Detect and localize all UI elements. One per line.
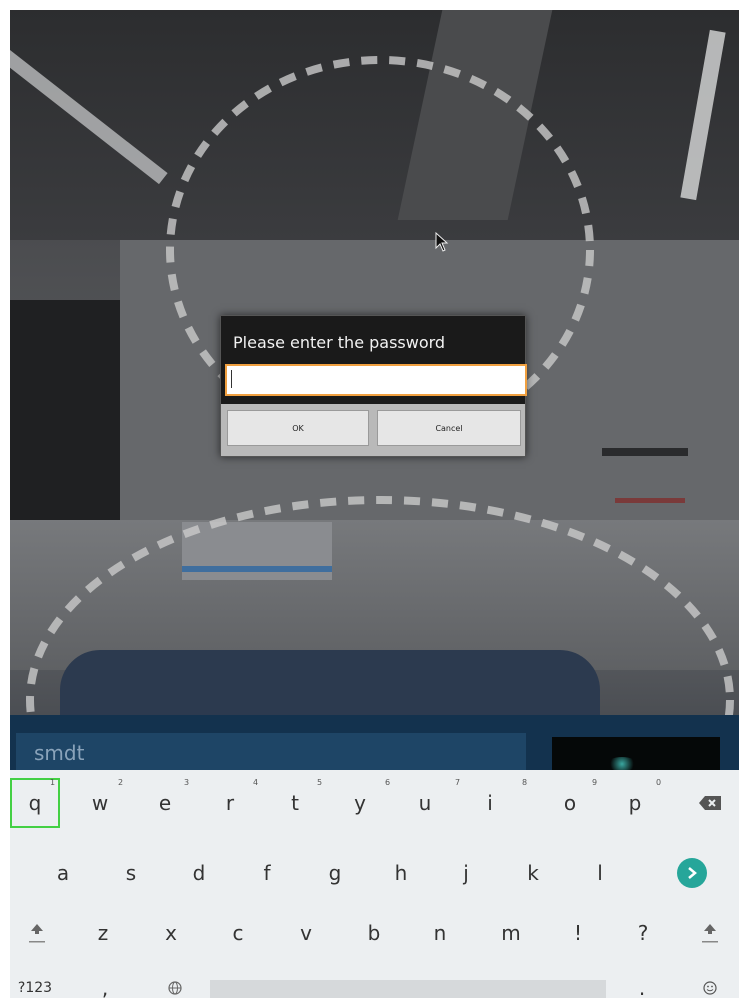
space-bar[interactable] — [210, 980, 606, 998]
key-e-hint: 3 — [184, 778, 190, 787]
key-question[interactable]: ? — [620, 910, 666, 956]
backspace-key[interactable] — [687, 780, 733, 826]
period-key[interactable]: . — [622, 976, 662, 998]
key-u[interactable]: u — [402, 780, 448, 826]
emoji-key[interactable] — [690, 976, 730, 998]
thumbnail-glow — [607, 757, 637, 771]
key-r[interactable]: r — [207, 780, 253, 826]
key-o[interactable]: o — [547, 780, 593, 826]
key-q-hint: 1 — [50, 778, 56, 787]
password-input[interactable] — [225, 364, 527, 396]
key-n[interactable]: n — [417, 910, 463, 956]
key-o-hint: 9 — [592, 778, 598, 787]
key-z[interactable]: z — [80, 910, 126, 956]
key-w-hint: 2 — [118, 778, 124, 787]
key-h[interactable]: h — [378, 850, 424, 896]
key-i-hint: 8 — [522, 778, 528, 787]
globe-icon — [168, 981, 182, 995]
screen: Please enter the password OK Cancel smdt… — [10, 10, 739, 998]
shift-key-right[interactable] — [687, 910, 733, 956]
key-d[interactable]: d — [176, 850, 222, 896]
cancel-button[interactable]: Cancel — [377, 410, 521, 446]
key-w[interactable]: w — [77, 780, 123, 826]
ok-button[interactable]: OK — [227, 410, 369, 446]
key-e[interactable]: e — [142, 780, 188, 826]
key-y-hint: 6 — [385, 778, 391, 787]
key-t-hint: 5 — [317, 778, 323, 787]
soft-keyboard: q 1 w 2 e 3 r 4 t 5 y 6 u 7 i 8 o 9 p 0 … — [10, 770, 739, 998]
key-s[interactable]: s — [108, 850, 154, 896]
key-t[interactable]: t — [272, 780, 318, 826]
key-k[interactable]: k — [510, 850, 556, 896]
go-key[interactable] — [677, 858, 707, 888]
key-c[interactable]: c — [215, 910, 261, 956]
key-r-hint: 4 — [253, 778, 259, 787]
symbols-key[interactable]: ?123 — [10, 976, 60, 998]
key-a[interactable]: a — [40, 850, 86, 896]
key-x[interactable]: x — [148, 910, 194, 956]
text-caret — [231, 370, 232, 388]
key-p-hint: 0 — [656, 778, 662, 787]
go-arrow-icon — [688, 867, 697, 879]
key-exclamation[interactable]: ! — [555, 910, 601, 956]
mouse-cursor-icon — [435, 232, 449, 252]
key-v[interactable]: v — [283, 910, 329, 956]
shift-key-left[interactable] — [14, 910, 60, 956]
dialog-button-bar: OK Cancel — [221, 404, 525, 456]
key-y[interactable]: y — [337, 780, 383, 826]
shift-icon — [29, 924, 45, 943]
emoji-icon — [703, 981, 717, 995]
shift-icon — [702, 924, 718, 943]
key-m[interactable]: m — [488, 910, 534, 956]
input-bar: smdt — [10, 715, 739, 777]
key-i[interactable]: i — [467, 780, 513, 826]
key-j[interactable]: j — [443, 850, 489, 896]
key-l[interactable]: l — [577, 850, 623, 896]
key-g[interactable]: g — [312, 850, 358, 896]
backspace-icon — [699, 796, 721, 810]
key-b[interactable]: b — [351, 910, 397, 956]
language-key[interactable] — [155, 976, 195, 998]
comma-key[interactable]: , — [85, 976, 125, 998]
dialog-title: Please enter the password — [233, 333, 446, 352]
key-p[interactable]: p — [612, 780, 658, 826]
password-dialog: Please enter the password OK Cancel — [220, 315, 527, 457]
key-u-hint: 7 — [455, 778, 461, 787]
key-f[interactable]: f — [244, 850, 290, 896]
